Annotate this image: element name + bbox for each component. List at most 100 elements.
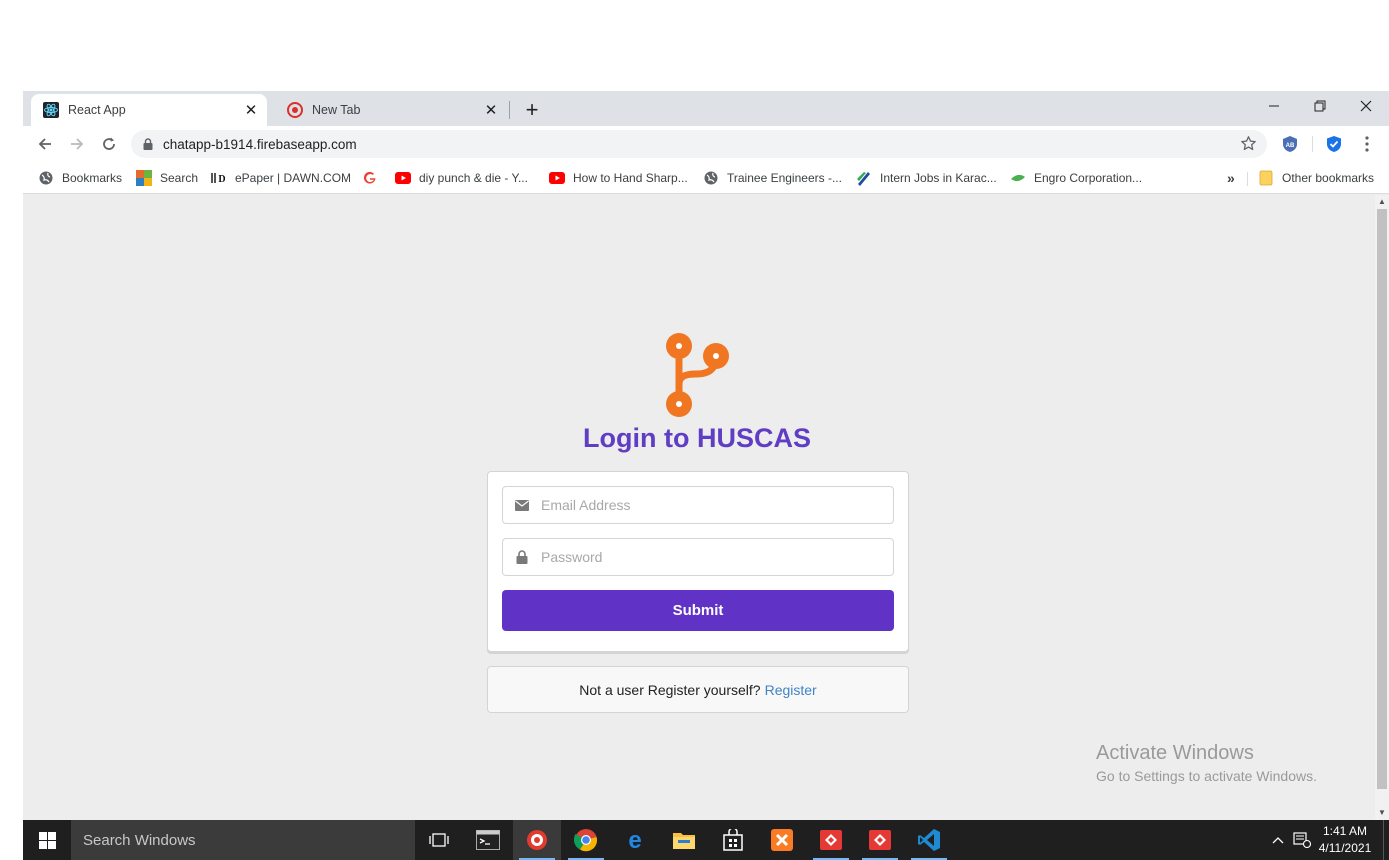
bookmark-label: diy punch & die - Y... <box>419 171 528 185</box>
vscode-icon[interactable] <box>905 820 953 860</box>
register-link[interactable]: Register <box>765 682 817 698</box>
tab-favicon <box>287 102 303 118</box>
app-icon-red-circle[interactable] <box>513 820 561 860</box>
task-view-icon[interactable] <box>415 820 463 860</box>
browser-toolbar: chatapp-b1914.firebaseapp.com AB <box>23 126 1389 162</box>
bookmark-label: Bookmarks <box>62 171 123 185</box>
bookmark-label: Trainee Engineers -... <box>727 171 842 185</box>
shield-check-icon[interactable] <box>1324 134 1344 154</box>
google-icon <box>362 170 378 186</box>
svg-text:AB: AB <box>1286 143 1295 149</box>
engro-icon <box>1010 170 1026 186</box>
lock-icon <box>143 138 153 150</box>
bookmark-item[interactable]: Search <box>136 168 198 188</box>
toolbar-divider <box>1312 136 1313 152</box>
taskbar-clock[interactable]: 1:41 AM 4/11/2021 <box>1315 823 1375 857</box>
tab-react-app[interactable]: React App ✕ <box>31 94 267 126</box>
bookmark-label: How to Hand Sharp... <box>573 171 688 185</box>
reload-button[interactable] <box>97 132 121 156</box>
bookmark-label: Search <box>160 171 199 185</box>
tab-strip: React App ✕ New Tab ✕ + <box>23 91 1389 126</box>
arrow-left-icon <box>38 138 51 150</box>
menu-kebab-icon[interactable] <box>1357 134 1377 154</box>
password-field[interactable] <box>502 538 894 576</box>
scroll-up-icon[interactable]: ▲ <box>1378 198 1386 206</box>
close-window-button[interactable] <box>1343 91 1389 121</box>
bookmarks-bar: Bookmarks Search D ePaper | DAWN.COM diy… <box>23 162 1389 194</box>
git-tool-icon[interactable] <box>856 820 904 860</box>
reload-icon <box>103 137 115 150</box>
browser-window: React App ✕ New Tab ✕ + chatapp-b1914.fi… <box>23 91 1389 820</box>
svg-text:e: e <box>628 828 641 852</box>
tab-separator <box>509 101 510 119</box>
password-input[interactable] <box>541 549 881 565</box>
youtube-icon <box>549 170 565 186</box>
submit-button[interactable]: Submit <box>502 590 894 631</box>
scroll-down-icon[interactable]: ▼ <box>1378 809 1386 817</box>
clock-date: 4/11/2021 <box>1318 841 1372 855</box>
tab-title: New Tab <box>312 103 361 117</box>
svg-text:D: D <box>218 174 225 184</box>
chevron-up-icon[interactable] <box>1269 820 1287 860</box>
bookmark-item[interactable] <box>362 168 386 188</box>
tab-new-tab[interactable]: New Tab ✕ <box>275 94 507 126</box>
watermark-title: Activate Windows <box>1096 742 1254 764</box>
back-button[interactable] <box>33 132 57 156</box>
email-field[interactable] <box>502 486 894 524</box>
git-tool-icon[interactable] <box>807 820 855 860</box>
terminal-icon[interactable] <box>464 820 512 860</box>
xampp-icon[interactable] <box>758 820 806 860</box>
bookmarks-divider <box>1247 172 1248 186</box>
email-input[interactable] <box>541 497 881 513</box>
bookmark-item[interactable]: Engro Corporation... <box>1010 168 1142 188</box>
edge-icon[interactable]: e <box>611 820 659 860</box>
register-prompt: Not a user Register yourself? <box>579 681 761 698</box>
login-heading: Login to HUSCAS <box>583 423 811 453</box>
star-icon[interactable] <box>1240 135 1257 157</box>
activate-windows-watermark: Activate Windows Go to Settings to activ… <box>1096 742 1317 784</box>
windows-taskbar: Search Windows e 1:41 AM 4/11/2021 <box>23 820 1389 860</box>
tab-title: React App <box>68 103 126 117</box>
new-tab-button[interactable]: + <box>520 97 544 122</box>
bookmarks-overflow-button[interactable]: » <box>1227 168 1235 188</box>
globe-icon <box>703 170 719 186</box>
close-tab-icon[interactable]: ✕ <box>241 100 261 120</box>
taskbar-search-box[interactable]: Search Windows <box>71 820 415 860</box>
clock-time: 1:41 AM <box>1322 824 1368 838</box>
branch-logo-icon <box>666 333 729 417</box>
show-desktop-button[interactable] <box>1383 820 1389 860</box>
file-explorer-icon[interactable] <box>660 820 708 860</box>
start-button[interactable] <box>23 820 71 860</box>
other-bookmarks[interactable]: Other bookmarks <box>1258 168 1374 188</box>
bookmark-item[interactable]: D ePaper | DAWN.COM <box>211 168 351 188</box>
bookmark-item[interactable]: diy punch & die - Y... <box>395 168 528 188</box>
network-icon[interactable] <box>1291 820 1313 860</box>
globe-icon <box>38 170 54 186</box>
close-tab-icon[interactable]: ✕ <box>481 100 501 120</box>
folder-icon <box>1258 170 1274 186</box>
page-viewport: Login to HUSCAS Submit Not a user <box>23 195 1389 820</box>
watermark-subtitle: Go to Settings to activate Windows. <box>1096 768 1317 784</box>
lock-icon <box>503 550 541 564</box>
scroll-thumb[interactable] <box>1377 209 1387 789</box>
forward-button[interactable] <box>65 132 89 156</box>
vertical-scrollbar[interactable]: ▲ ▼ <box>1375 195 1389 820</box>
store-icon[interactable] <box>709 820 757 860</box>
jobs-site-icon <box>856 170 872 186</box>
minimize-button[interactable] <box>1251 91 1297 121</box>
other-bookmarks-label: Other bookmarks <box>1282 171 1375 185</box>
screen: React App ✕ New Tab ✕ + chatapp-b1914.fi… <box>0 0 1389 860</box>
envelope-icon <box>503 499 541 511</box>
bookmark-item[interactable]: Intern Jobs in Karac... <box>856 168 997 188</box>
chrome-icon[interactable] <box>562 820 610 860</box>
adblock-icon[interactable]: AB <box>1280 134 1300 154</box>
bookmark-item[interactable]: How to Hand Sharp... <box>549 168 688 188</box>
bookmark-item[interactable]: Bookmarks <box>38 168 122 188</box>
youtube-icon <box>395 170 411 186</box>
bookmark-item[interactable]: Trainee Engineers -... <box>703 168 842 188</box>
restore-button[interactable] <box>1297 91 1343 121</box>
bookmark-label: Intern Jobs in Karac... <box>880 171 997 185</box>
windows-logo-icon <box>38 831 56 849</box>
address-text: chatapp-b1914.firebaseapp.com <box>163 136 357 152</box>
address-bar[interactable]: chatapp-b1914.firebaseapp.com <box>131 130 1267 158</box>
